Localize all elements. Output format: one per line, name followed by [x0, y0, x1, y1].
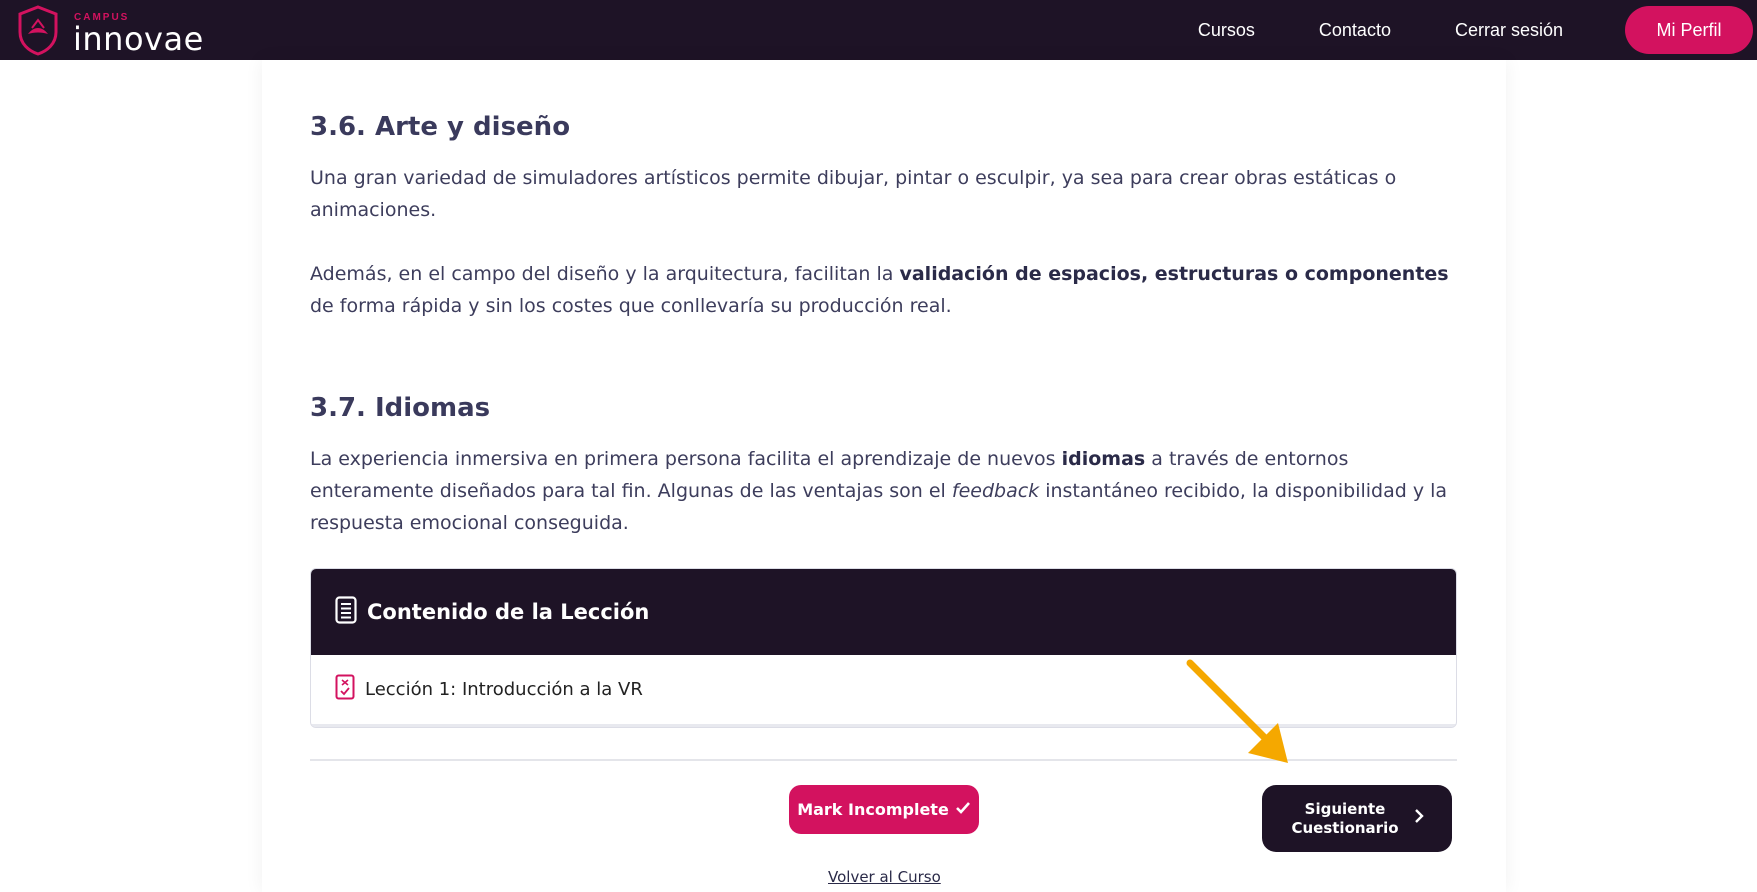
nav-contacto[interactable]: Contacto [1319, 20, 1391, 41]
back-to-course-link[interactable]: Volver al Curso [828, 868, 941, 886]
next-quiz-label: Siguiente Cuestionario [1291, 799, 1399, 837]
mark-incomplete-button[interactable]: Mark Incomplete [789, 785, 979, 834]
annotation-arrow-icon [1186, 659, 1288, 763]
paragraph-arte-1: Una gran variedad de simuladores artísti… [310, 167, 1397, 221]
campus-innovae-logo[interactable]: CAMPUS innovae [16, 2, 203, 58]
nav-cursos[interactable]: Cursos [1198, 20, 1255, 41]
italic-feedback: feedback [951, 480, 1040, 502]
lesson-content-header: Contenido de la Lección [311, 569, 1456, 655]
section-title-arte-diseno: 3.6. Arte y diseño [310, 112, 571, 142]
checkmark-icon [955, 800, 971, 819]
paragraph-arte-2: Además, en el campo del diseño y la arqu… [310, 263, 1449, 317]
quiz-document-icon [335, 674, 355, 705]
main-nav: Cursos Contacto Cerrar sesión Mi Perfil [1198, 0, 1757, 60]
next-quiz-button[interactable]: Siguiente Cuestionario [1262, 785, 1452, 852]
paragraph-idiomas: La experiencia inmersiva en primera pers… [310, 448, 1448, 534]
section-title-idiomas: 3.7. Idiomas [310, 393, 491, 423]
document-list-icon [335, 595, 357, 629]
nav-cerrar-sesion[interactable]: Cerrar sesión [1455, 20, 1563, 41]
chevron-right-icon [1414, 808, 1424, 829]
bold-idiomas: idiomas [1061, 448, 1146, 470]
top-navigation-bar: CAMPUS innovae Cursos Contacto Cerrar se… [0, 0, 1757, 60]
lesson-item-label: Lección 1: Introducción a la VR [365, 679, 643, 700]
logo-big-text: innovae [73, 20, 204, 58]
mi-perfil-button[interactable]: Mi Perfil [1625, 6, 1753, 54]
mark-incomplete-label: Mark Incomplete [797, 800, 949, 819]
lesson-content-title: Contenido de la Lección [367, 600, 650, 624]
bold-validacion: validación de espacios, estructuras o co… [899, 263, 1449, 285]
shield-logo-icon [18, 5, 58, 56]
